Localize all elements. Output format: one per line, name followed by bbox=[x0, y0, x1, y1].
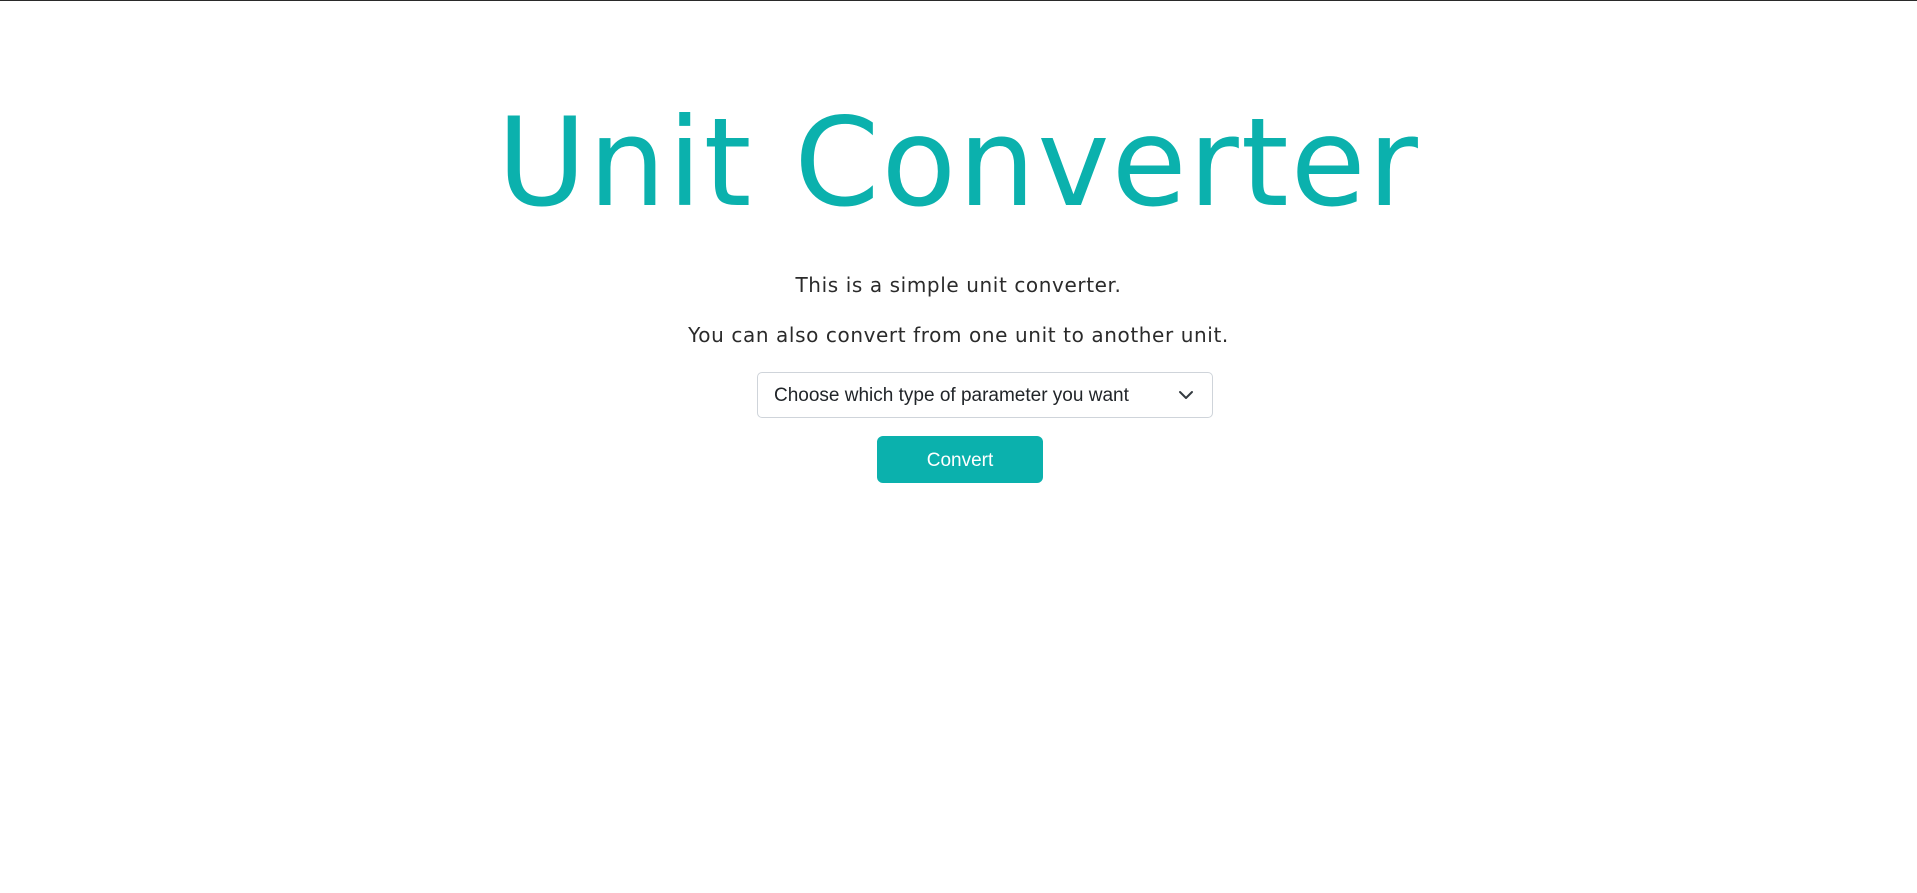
page-title: Unit Converter bbox=[497, 92, 1420, 234]
intro-text-2: You can also convert from one unit to an… bbox=[688, 323, 1229, 347]
intro-text-1: This is a simple unit converter. bbox=[795, 273, 1122, 297]
unit-converter-page: Unit Converter This is a simple unit con… bbox=[0, 0, 1917, 893]
parameter-type-select[interactable]: Choose which type of parameter you want bbox=[757, 372, 1213, 418]
chevron-down-icon bbox=[1179, 391, 1193, 399]
convert-button[interactable]: Convert bbox=[877, 436, 1043, 483]
parameter-type-select-value: Choose which type of parameter you want bbox=[774, 385, 1129, 406]
